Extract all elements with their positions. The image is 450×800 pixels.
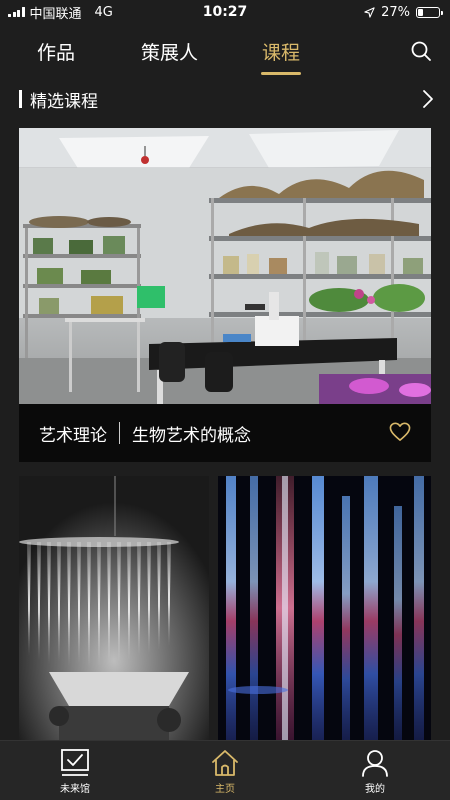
location-arrow-icon	[364, 6, 375, 18]
caption-divider	[119, 422, 120, 444]
status-bar: 中国联通 4G 10:27 27%	[0, 0, 450, 24]
active-tab-indicator	[261, 72, 301, 75]
tab-home[interactable]: 主页	[150, 741, 300, 800]
tab-label-home: 主页	[215, 784, 235, 795]
lab-photo	[19, 128, 431, 404]
featured-course-card[interactable]: 艺术理论 生物艺术的概念	[19, 128, 431, 462]
status-left: 中国联通 4G	[8, 3, 113, 22]
tab-works[interactable]: 作品	[37, 38, 75, 65]
person-icon	[362, 750, 388, 777]
course-title: 生物艺术的概念	[132, 425, 251, 446]
course-tile-light-columns[interactable]	[218, 476, 431, 740]
search-icon[interactable]	[410, 40, 432, 62]
section-title-wrap: 精选课程	[19, 87, 98, 112]
tab-mine[interactable]: 我的	[300, 741, 450, 800]
battery-percent: 27%	[381, 4, 410, 20]
course-tile-sculpture[interactable]	[19, 476, 209, 740]
chevron-right-icon[interactable]	[421, 89, 435, 109]
section-marker	[19, 90, 22, 108]
section-title: 精选课程	[30, 91, 98, 112]
bottom-tab-bar: 未来馆 主页 我的	[0, 740, 450, 800]
light-installation-photo	[218, 476, 431, 740]
signal-icon	[8, 7, 25, 17]
status-time: 10:27	[202, 4, 248, 20]
carrier-name: 中国联通	[29, 6, 82, 22]
tab-label-mine: 我的	[365, 784, 385, 795]
checkbox-icon	[61, 749, 89, 776]
network-type: 4G	[94, 4, 113, 20]
top-nav: 作品 策展人 课程	[0, 30, 450, 75]
sculpture-photo	[19, 476, 209, 740]
featured-course-caption: 艺术理论 生物艺术的概念	[19, 404, 431, 462]
section-header: 精选课程	[19, 86, 435, 112]
tab-courses[interactable]: 课程	[262, 38, 300, 65]
tab-curators[interactable]: 策展人	[141, 38, 198, 65]
battery-icon	[416, 6, 443, 18]
heart-icon[interactable]	[389, 422, 411, 442]
course-category: 艺术理论	[39, 425, 107, 446]
home-icon	[212, 750, 238, 776]
tab-label-future-museum: 未来馆	[60, 784, 90, 795]
tab-future-museum[interactable]: 未来馆	[0, 741, 150, 800]
status-right: 27%	[364, 4, 443, 20]
battery-level	[418, 8, 424, 16]
